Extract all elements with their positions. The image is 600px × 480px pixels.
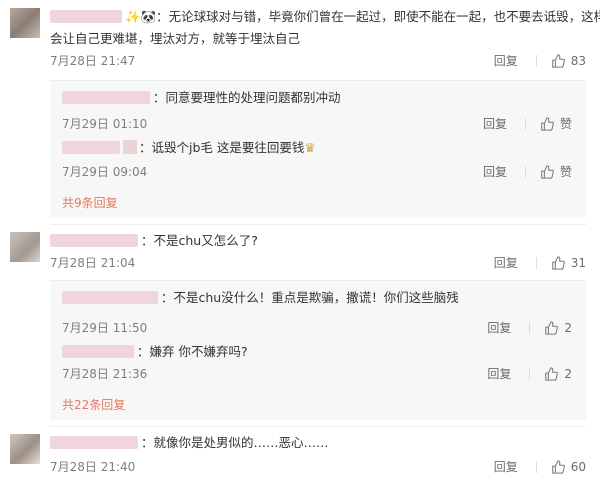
reply-meta: 7月29日 01:10 回复 赞 [62,115,572,133]
comment-text: ✨🐼：无论球球对与错，毕竟你们曾在一起过，即使不能在一起，也不要去诋毁，这样只 [50,6,600,28]
thumbs-up-icon [545,321,559,335]
more-replies-link[interactable]: 共9条回复 [62,195,118,211]
emoji-icon: ✨🐼 [125,9,157,24]
reply-item: ：同意要理性的处理问题都别冲动 7月29日 01:10 回复 赞 [62,89,572,133]
reply-meta: 7月28日 21:36 回复 2 [62,365,572,383]
reply-box-2: ：不是chu没什么！重点是欺骗，撒谎！你们这些脑残 7月29日 11:50 回复… [50,280,586,420]
like-button[interactable]: 31 [551,254,586,272]
thumbs-up-icon [551,256,565,270]
thumbs-up-icon [545,367,559,381]
like-button[interactable]: 2 [544,319,572,337]
like-count: 60 [570,460,586,474]
like-button[interactable]: 赞 [540,163,572,181]
thumbs-up-icon [541,117,554,131]
divider [535,461,537,473]
username[interactable] [62,91,150,104]
reply-button[interactable]: 回复 [487,365,511,383]
timestamp: 7月28日 21:40 [50,460,136,474]
timestamp: 7月29日 01:10 [62,117,148,131]
reply-button[interactable]: 回复 [494,458,518,476]
like-count: 31 [570,256,586,270]
comment-text: ：就像你是处男似的……恶心…… [50,432,586,454]
reply-text: ：诋毁个jb毛 这是要往回要钱♛ [62,139,572,157]
reply-meta: 7月29日 11:50 回复 2 [62,319,572,337]
more-replies-link[interactable]: 共22条回复 [62,397,125,413]
comment-meta: 7月28日 21:47 回复 83 [50,52,586,70]
avatar[interactable] [10,232,40,262]
like-button[interactable]: 60 [551,458,586,476]
username[interactable] [62,141,120,154]
reply-item: ：嫌弃 你不嫌弃吗? 7月28日 21:36 回复 2 [62,343,572,387]
avatar[interactable] [10,8,40,38]
divider [529,368,531,380]
divider [535,55,537,67]
comment-text-line2: 会让自己更难堪，埋汰对方，就等于埋汰自己 [50,31,301,46]
like-button[interactable]: 赞 [540,115,572,133]
thumbs-up-icon [541,165,554,179]
divider [524,166,526,178]
timestamp: 7月28日 21:04 [50,256,136,270]
like-button[interactable]: 2 [544,365,572,383]
username[interactable] [62,345,134,358]
divider [535,257,537,269]
like-count: 2 [564,367,572,381]
reply-box-1: ：同意要理性的处理问题都别冲动 7月29日 01:10 回复 赞 ：诋毁个jb毛… [50,80,586,218]
like-count: 2 [564,321,572,335]
username[interactable] [50,436,138,449]
like-count: 83 [570,54,586,68]
username[interactable] [50,234,138,247]
reply-button[interactable]: 回复 [483,115,507,133]
reply-button[interactable]: 回复 [487,319,511,337]
comment-meta: 7月28日 21:04 回复 31 [50,254,586,272]
timestamp: 7月28日 21:36 [62,367,148,381]
reply-button[interactable]: 回复 [483,163,507,181]
thumbs-up-icon [551,460,565,474]
reply-text: ：嫌弃 你不嫌弃吗? [62,343,572,361]
avatar[interactable] [10,434,40,464]
thumbs-up-icon [551,54,565,68]
reply-button[interactable]: 回复 [494,254,518,272]
like-label: 赞 [559,165,572,179]
timestamp: 7月29日 11:50 [62,321,148,335]
crown-icon: ♛ [304,140,316,155]
reply-item: ：不是chu没什么！重点是欺骗，撒谎！你们这些脑残 7月29日 11:50 回复… [62,289,572,335]
timestamp: 7月29日 09:04 [62,165,148,179]
reply-button[interactable]: 回复 [494,52,518,70]
like-button[interactable]: 83 [551,52,586,70]
reply-meta: 7月29日 09:04 回复 赞 [62,163,572,181]
reply-item: ：诋毁个jb毛 这是要往回要钱♛ 7月29日 09:04 回复 赞 [62,139,572,183]
divider [50,224,586,225]
reply-text: ：不是chu没什么！重点是欺骗，撒谎！你们这些脑残 [62,289,572,307]
comment-text: ：不是chu又怎么了? [50,230,586,252]
reply-text: ：同意要理性的处理问题都别冲动 [62,89,572,107]
username[interactable] [50,10,122,23]
username[interactable] [62,291,158,304]
divider [529,322,531,334]
badge-icon [123,140,137,154]
like-label: 赞 [559,117,572,131]
divider [50,426,586,427]
comment-meta: 7月28日 21:40 回复 60 [50,458,586,476]
timestamp: 7月28日 21:47 [50,54,136,68]
divider [524,118,526,130]
